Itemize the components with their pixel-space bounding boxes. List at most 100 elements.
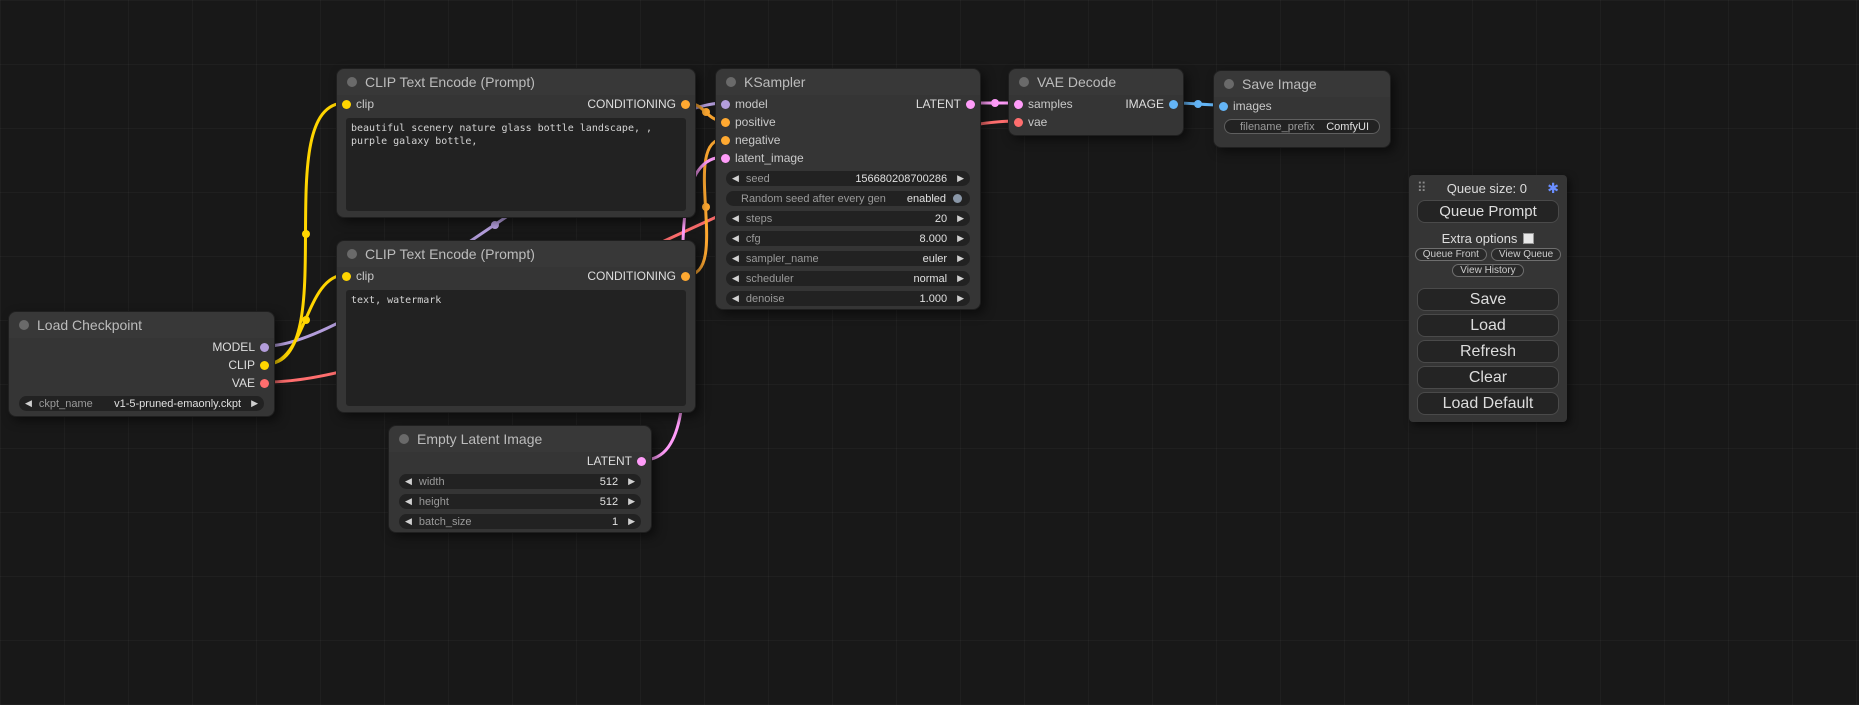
node-title-bar[interactable]: Save Image [1214,71,1390,97]
widget-scheduler[interactable]: ◀ scheduler normal ▶ [726,271,970,286]
node-title-bar[interactable]: VAE Decode [1009,69,1183,95]
link-midpoint-dot[interactable] [702,203,710,211]
node-title: Save Image [1242,76,1317,92]
arrow-right-icon[interactable]: ▶ [957,274,964,283]
arrow-right-icon[interactable]: ▶ [957,294,964,303]
arrow-left-icon[interactable]: ◀ [732,254,739,263]
widget-cfg[interactable]: ◀ cfg 8.000 ▶ [726,231,970,246]
collapse-dot-icon[interactable] [347,77,357,87]
node-title-bar[interactable]: CLIP Text Encode (Prompt) [337,241,695,267]
arrow-left-icon[interactable]: ◀ [405,477,412,486]
collapse-dot-icon[interactable] [347,249,357,259]
vae-input-port[interactable] [1014,118,1023,127]
node-title: VAE Decode [1037,74,1116,90]
drag-handle-icon[interactable]: ⠿ [1417,180,1427,196]
arrow-left-icon[interactable]: ◀ [732,214,739,223]
widget-filename-prefix[interactable]: filename_prefix ComfyUI [1224,119,1380,134]
clip-output-port[interactable] [260,361,269,370]
arrow-right-icon[interactable]: ▶ [628,517,635,526]
clip-input-port[interactable] [342,100,351,109]
node-title-bar[interactable]: KSampler [716,69,980,95]
arrow-left-icon[interactable]: ◀ [732,274,739,283]
node-title: KSampler [744,74,805,90]
collapse-dot-icon[interactable] [19,320,29,330]
arrow-right-icon[interactable]: ▶ [957,234,964,243]
input-slot-positive: positive [721,115,776,129]
node-load-checkpoint[interactable]: Load Checkpoint MODEL CLIP VAE ◀ ckpt_na… [8,311,275,417]
samples-input-port[interactable] [1014,100,1023,109]
arrow-left-icon[interactable]: ◀ [405,497,412,506]
arrow-right-icon[interactable]: ▶ [957,254,964,263]
node-title-bar[interactable]: Load Checkpoint [9,312,274,338]
widget-denoise[interactable]: ◀ denoise 1.000 ▶ [726,291,970,306]
arrow-right-icon[interactable]: ▶ [628,497,635,506]
arrow-left-icon[interactable]: ◀ [732,234,739,243]
collapse-dot-icon[interactable] [726,77,736,87]
toggle-dot-icon[interactable] [953,194,962,203]
arrow-right-icon[interactable]: ▶ [957,174,964,183]
save-button[interactable]: Save [1417,288,1559,311]
queue-panel[interactable]: ⠿ Queue size: 0 ✱ Queue Prompt Extra opt… [1409,175,1567,422]
latent-output-port[interactable] [966,100,975,109]
view-queue-button[interactable]: View Queue [1491,248,1561,261]
widget-ckpt-name[interactable]: ◀ ckpt_name v1-5-pruned-emaonly.ckpt ▶ [19,396,264,411]
conditioning-output-port[interactable] [681,272,690,281]
widget-sampler-name[interactable]: ◀ sampler_name euler ▶ [726,251,970,266]
positive-prompt-textarea[interactable]: beautiful scenery nature glass bottle la… [346,118,686,211]
latent-image-input-port[interactable] [721,154,730,163]
arrow-right-icon[interactable]: ▶ [251,399,258,408]
output-slot-clip: CLIP [228,358,269,372]
widget-height[interactable]: ◀ height 512 ▶ [399,494,641,509]
refresh-button[interactable]: Refresh [1417,340,1559,363]
link-midpoint-dot[interactable] [991,99,999,107]
clear-button[interactable]: Clear [1417,366,1559,389]
link-midpoint-dot[interactable] [1194,100,1202,108]
collapse-dot-icon[interactable] [1019,77,1029,87]
node-clip-text-encode-positive[interactable]: CLIP Text Encode (Prompt) clip CONDITION… [336,68,696,218]
node-ksampler[interactable]: KSampler model LATENT positive negative … [715,68,981,310]
clip-input-port[interactable] [342,272,351,281]
queue-prompt-button[interactable]: Queue Prompt [1417,200,1559,223]
model-input-port[interactable] [721,100,730,109]
settings-gear-icon[interactable]: ✱ [1547,180,1559,197]
arrow-left-icon[interactable]: ◀ [405,517,412,526]
link-midpoint-dot[interactable] [302,230,310,238]
widget-width[interactable]: ◀ width 512 ▶ [399,474,641,489]
vae-output-port[interactable] [260,379,269,388]
node-clip-text-encode-negative[interactable]: CLIP Text Encode (Prompt) clip CONDITION… [336,240,696,413]
node-vae-decode[interactable]: VAE Decode samples IMAGE vae [1008,68,1184,136]
node-save-image[interactable]: Save Image images filename_prefix ComfyU… [1213,70,1391,148]
node-title-bar[interactable]: CLIP Text Encode (Prompt) [337,69,695,95]
latent-output-port[interactable] [637,457,646,466]
arrow-left-icon[interactable]: ◀ [732,174,739,183]
widget-seed[interactable]: ◀ seed 156680208700286 ▶ [726,171,970,186]
output-slot-conditioning: CONDITIONING [587,97,690,111]
negative-prompt-textarea[interactable]: text, watermark [346,290,686,406]
node-title-bar[interactable]: Empty Latent Image [389,426,651,452]
negative-input-port[interactable] [721,136,730,145]
collapse-dot-icon[interactable] [399,434,409,444]
positive-input-port[interactable] [721,118,730,127]
arrow-left-icon[interactable]: ◀ [25,399,32,408]
widget-batch-size[interactable]: ◀ batch_size 1 ▶ [399,514,641,529]
extra-options-checkbox[interactable] [1523,233,1534,244]
widget-random-seed-toggle[interactable]: Random seed after every gen enabled [726,191,970,206]
conditioning-output-port[interactable] [681,100,690,109]
widget-steps[interactable]: ◀ steps 20 ▶ [726,211,970,226]
arrow-left-icon[interactable]: ◀ [732,294,739,303]
image-output-port[interactable] [1169,100,1178,109]
queue-size-label: Queue size: 0 [1427,181,1548,196]
queue-front-button[interactable]: Queue Front [1415,248,1487,261]
images-input-port[interactable] [1219,102,1228,111]
collapse-dot-icon[interactable] [1224,79,1234,89]
view-history-button[interactable]: View History [1452,264,1523,277]
arrow-right-icon[interactable]: ▶ [957,214,964,223]
load-default-button[interactable]: Load Default [1417,392,1559,415]
arrow-right-icon[interactable]: ▶ [628,477,635,486]
link-midpoint-dot[interactable] [491,221,499,229]
model-output-port[interactable] [260,343,269,352]
link-midpoint-dot[interactable] [702,108,710,116]
node-empty-latent-image[interactable]: Empty Latent Image LATENT ◀ width 512 ▶ … [388,425,652,533]
link-midpoint-dot[interactable] [302,316,310,324]
load-button[interactable]: Load [1417,314,1559,337]
